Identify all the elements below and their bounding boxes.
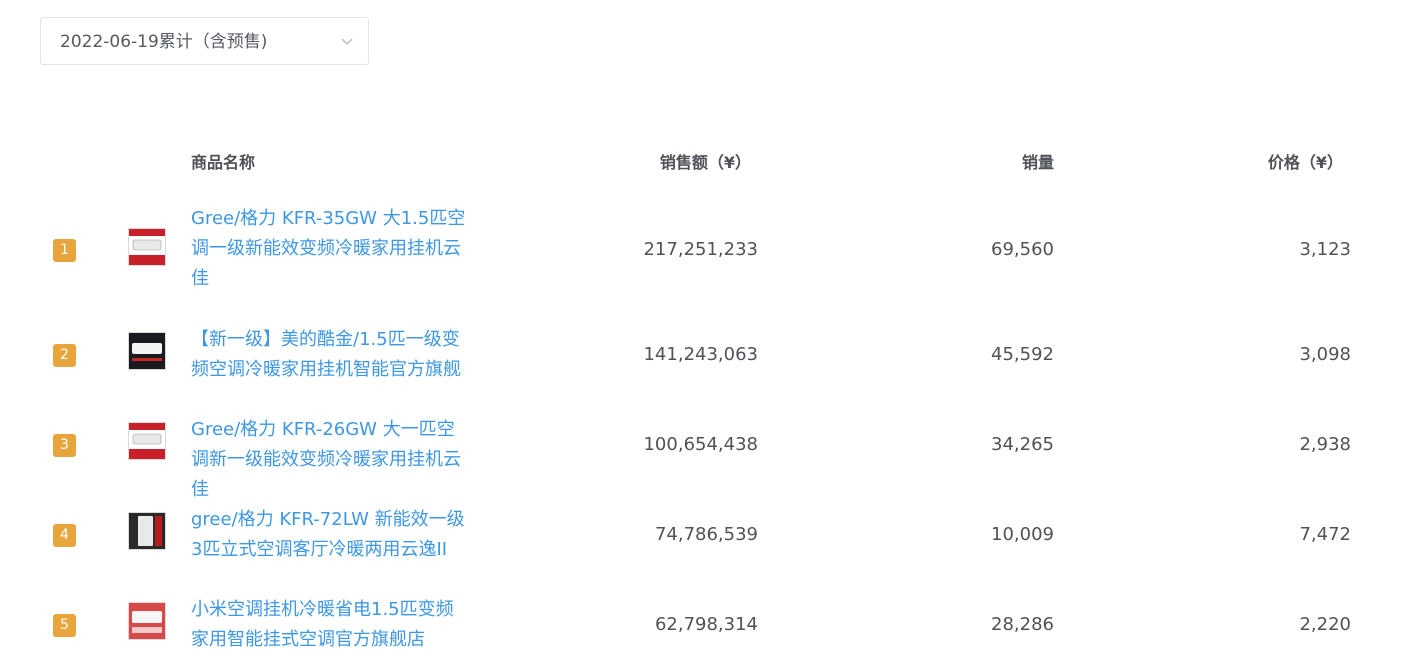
sales-volume: 34,265 [991,434,1054,455]
product-name-link[interactable]: Gree/格力 KFR-35GW 大1.5匹空调一级新能效变频冷暖家用挂机云佳 [191,204,466,294]
header-sales-amount[interactable]: 销售额（¥） [660,145,751,181]
table-row: 4 gree/格力 KFR-72LW 新能效一级3匹立式空调客厅冷暖两用云逸II… [0,505,1419,567]
product-name-link[interactable]: 【新一级】美的酷金/1.5匹一级变频空调冷暖家用挂机智能官方旗舰 [191,325,466,385]
sales-volume: 10,009 [991,524,1054,545]
product-name-link[interactable]: gree/格力 KFR-72LW 新能效一级3匹立式空调客厅冷暖两用云逸II [191,505,466,565]
table-row: 2 【新一级】美的酷金/1.5匹一级变频空调冷暖家用挂机智能官方旗舰 141,2… [0,325,1419,387]
header-product-name: 商品名称 [191,153,256,172]
date-range-select[interactable]: 2022-06-19累计（含预售) [40,17,369,65]
product-thumbnail[interactable] [128,228,166,266]
table-row: 3 Gree/格力 KFR-26GW 大一匹空调新一级能效变频冷暖家用挂机云佳 … [0,415,1419,500]
price: 3,098 [1299,344,1351,365]
sales-amount: 74,786,539 [654,524,758,545]
sales-volume: 28,286 [991,614,1054,635]
product-thumbnail[interactable] [128,512,166,550]
date-range-value: 2022-06-19累计（含预售) [60,32,268,52]
sales-amount: 62,798,314 [654,614,758,635]
table-row: 1 Gree/格力 KFR-35GW 大1.5匹空调一级新能效变频冷暖家用挂机云… [0,204,1419,296]
rank-badge: 2 [53,344,76,367]
rank-badge: 4 [53,524,76,547]
product-thumbnail[interactable] [128,602,166,640]
header-price[interactable]: 价格（¥） [1268,145,1343,181]
table-row: 5 小米空调挂机冷暖省电1.5匹变频家用智能挂式空调官方旗舰店 62,798,3… [0,595,1419,657]
header-sales-volume[interactable]: 销量 [1022,145,1054,181]
chevron-down-icon [341,38,353,45]
rank-badge: 1 [53,239,76,262]
sales-amount: 217,251,233 [643,239,758,260]
product-name-link[interactable]: Gree/格力 KFR-26GW 大一匹空调新一级能效变频冷暖家用挂机云佳 [191,415,466,505]
product-thumbnail[interactable] [128,332,166,370]
rank-badge: 3 [53,434,76,457]
product-thumbnail[interactable] [128,422,166,460]
product-name-link[interactable]: 小米空调挂机冷暖省电1.5匹变频家用智能挂式空调官方旗舰店 [191,595,466,655]
price: 3,123 [1299,239,1351,260]
price: 2,938 [1299,434,1351,455]
sales-amount: 100,654,438 [643,434,758,455]
rank-badge: 5 [53,614,76,637]
price: 2,220 [1299,614,1351,635]
sales-volume: 69,560 [991,239,1054,260]
price: 7,472 [1299,524,1351,545]
table-header: 商品名称 销售额（¥） 销量 价格（¥） [0,145,1419,181]
sales-volume: 45,592 [991,344,1054,365]
sales-amount: 141,243,063 [643,344,758,365]
